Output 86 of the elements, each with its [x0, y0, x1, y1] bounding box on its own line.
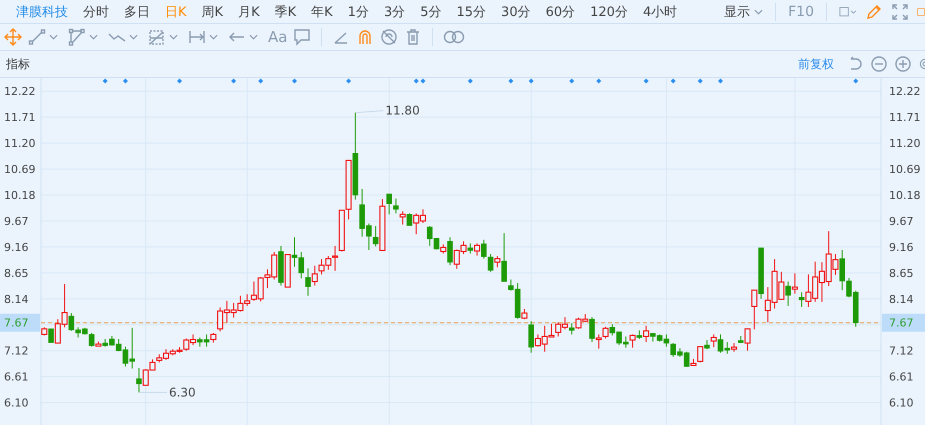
polygon-icon[interactable] — [68, 28, 86, 46]
price-label: 11.80 — [385, 104, 420, 118]
period-tab[interactable]: 5分 — [420, 2, 442, 20]
fullscreen-icon[interactable] — [891, 2, 909, 20]
axis-label: 9.16 — [889, 240, 914, 254]
last-price-badge: 7.67 — [882, 314, 925, 332]
axis-label: 8.65 — [889, 266, 914, 280]
event-marker[interactable] — [528, 78, 534, 84]
axis-label: 12.22 — [4, 85, 36, 98]
period-tab[interactable]: 1分 — [348, 2, 369, 20]
last-price-badge: 7.67 — [0, 314, 40, 332]
event-marker[interactable] — [468, 78, 473, 84]
period-tab[interactable]: 4小时 — [642, 2, 678, 20]
event-marker[interactable] — [670, 78, 676, 84]
axis-label: 10.18 — [4, 189, 36, 202]
caret-icon[interactable] — [129, 34, 138, 40]
axis-label: 6.10 — [889, 396, 914, 410]
display-dropdown[interactable]: 显示 — [724, 2, 764, 20]
axis-label: 7.12 — [889, 344, 914, 358]
line-segment-icon[interactable] — [28, 28, 46, 46]
zoom-out-icon[interactable] — [870, 55, 888, 73]
axis-label: 8.14 — [889, 292, 914, 306]
caret-icon[interactable] — [754, 8, 764, 14]
axis-label: 8.14 — [4, 292, 28, 306]
axis-label: 10.18 — [889, 189, 920, 202]
caret-icon[interactable] — [249, 34, 258, 40]
period-tab[interactable]: 120分 — [590, 2, 628, 20]
axis-label: 6.10 — [4, 396, 28, 410]
period-tab[interactable]: 分时 — [83, 2, 109, 20]
axis-label: 10.69 — [4, 163, 36, 176]
event-marker[interactable] — [122, 78, 128, 84]
event-marker[interactable] — [569, 78, 574, 84]
event-marker[interactable] — [102, 78, 108, 84]
two-circles-icon[interactable] — [443, 28, 466, 46]
axis-label: 6.61 — [889, 370, 914, 384]
event-marker[interactable] — [258, 78, 264, 84]
axis-label: 9.67 — [889, 214, 914, 228]
period-tab[interactable]: 月K — [238, 2, 260, 20]
caret-icon[interactable] — [209, 34, 218, 40]
speech-bubble-icon[interactable] — [293, 28, 312, 46]
axis-label: 7.12 — [4, 344, 28, 358]
event-marker[interactable] — [346, 78, 352, 84]
period-tab[interactable]: 3分 — [384, 2, 406, 20]
period-tab[interactable]: 多日 — [124, 2, 150, 20]
period-tab[interactable]: 15分 — [456, 2, 486, 20]
axis-label: 11.20 — [4, 137, 36, 150]
leader-line — [139, 392, 168, 393]
y2-tick-label: 7.67 — [889, 316, 914, 330]
period-tab[interactable]: 年K — [311, 2, 333, 20]
event-marker[interactable] — [231, 78, 236, 84]
eye-slash-icon[interactable] — [380, 28, 398, 46]
period-tab[interactable]: 60分 — [546, 2, 576, 20]
period-tab[interactable]: 季K — [274, 2, 296, 20]
event-marker[interactable] — [292, 78, 297, 84]
axis-label: 12.22 — [889, 85, 920, 98]
move-icon[interactable] — [4, 28, 22, 46]
event-marker[interactable] — [596, 78, 602, 84]
event-marker[interactable] — [414, 78, 419, 84]
pencil-icon[interactable] — [865, 2, 883, 20]
axis-label: 8.65 — [4, 266, 28, 280]
event-marker[interactable] — [853, 78, 858, 84]
period-tab[interactable]: 30分 — [501, 2, 531, 20]
indicator-label[interactable]: 指标 — [6, 56, 30, 72]
axis-label: 9.67 — [4, 214, 28, 228]
event-marker[interactable] — [177, 78, 182, 84]
price-label: 6.30 — [168, 385, 196, 400]
stock-name: 津膜科技 — [16, 4, 68, 20]
caret-icon[interactable] — [89, 34, 98, 40]
zoom-in-icon[interactable] — [894, 55, 912, 73]
event-marker[interactable] — [508, 78, 514, 84]
axis-label: 6.61 — [4, 370, 28, 384]
event-marker[interactable] — [644, 78, 649, 84]
event-marker[interactable] — [420, 78, 426, 84]
axis-label: 10.69 — [889, 163, 920, 176]
event-marker[interactable] — [718, 78, 723, 84]
axis-label: 11.71 — [4, 111, 36, 124]
event-marker[interactable] — [698, 78, 703, 84]
leader-line — [356, 110, 384, 114]
grid-box-icon[interactable] — [148, 28, 166, 46]
axis-label: 11.71 — [889, 111, 920, 124]
axis-label: 11.20 — [889, 137, 920, 150]
measure-icon[interactable] — [188, 28, 206, 46]
caret-icon[interactable] — [49, 34, 58, 40]
caret-icon[interactable] — [169, 34, 178, 40]
period-tab[interactable]: 周K — [202, 2, 224, 20]
axis-label: 9.16 — [4, 240, 28, 254]
